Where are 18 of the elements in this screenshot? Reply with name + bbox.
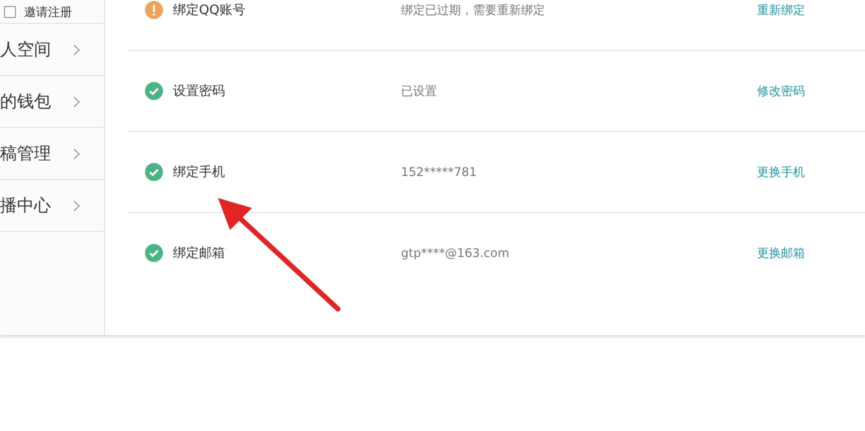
item-status: gtp****@163.com <box>401 246 510 260</box>
item-label: 绑定QQ账号 <box>173 2 246 19</box>
sidebar-item[interactable]: 播中心 <box>0 180 104 232</box>
checkbox[interactable] <box>4 6 16 18</box>
sidebar-item[interactable]: 邀请注册 <box>0 0 104 24</box>
sidebar-item[interactable]: 的钱包 <box>0 76 104 128</box>
chevron-right-icon <box>73 44 80 56</box>
chevron-right-icon <box>73 96 80 108</box>
item-status: 已设置 <box>401 82 438 100</box>
chevron-right-icon <box>73 148 80 160</box>
chevron-right-icon <box>73 200 80 212</box>
item-label: 绑定手机 <box>173 164 226 181</box>
sidebar-item[interactable]: 人空间 <box>0 24 104 76</box>
item-status: 绑定已过期，需要重新绑定 <box>401 2 546 18</box>
item-label: 设置密码 <box>173 83 226 100</box>
item-label: 绑定邮箱 <box>173 245 226 262</box>
sidebar-item[interactable]: 稿管理 <box>0 128 104 180</box>
item-status: 152*****781 <box>401 165 478 179</box>
